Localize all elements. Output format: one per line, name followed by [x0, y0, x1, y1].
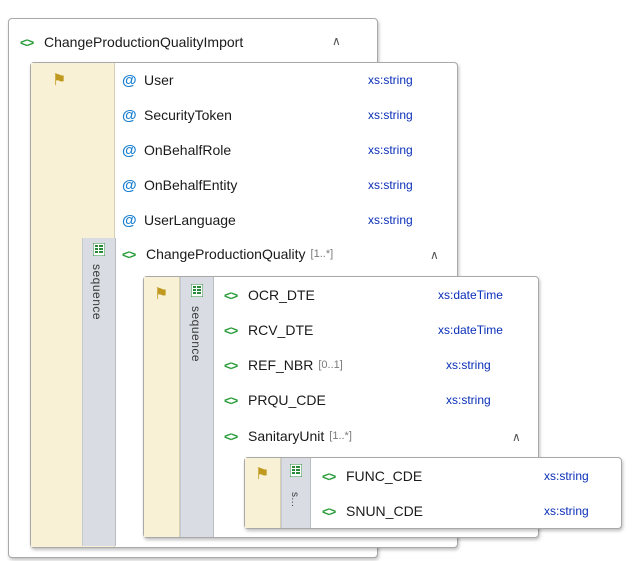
element-type: xs:string: [544, 469, 589, 483]
attribute-type: xs:string: [368, 213, 413, 227]
element-icon: <>: [224, 392, 238, 408]
attribute-name: OnBehalfEntity: [144, 177, 238, 193]
attribute-column: [144, 277, 180, 537]
sequence-label: sequence: [90, 264, 104, 321]
element-row[interactable]: <> SNUN_CDE: [322, 497, 423, 525]
attribute-group-icon: ⚑: [52, 72, 67, 89]
element-type: xs:dateTime: [438, 288, 503, 302]
element-type: xs:string: [446, 358, 491, 372]
element-type: xs:string: [544, 504, 589, 518]
sequence-icon: [93, 243, 105, 256]
sequence-label: sequence: [189, 306, 203, 363]
sequence-icon: [290, 464, 302, 477]
occurrence-label: [1..*]: [310, 248, 334, 260]
element-icon: <>: [322, 503, 336, 519]
element-row-sanitary-unit[interactable]: <> SanitaryUnit [1..*]: [224, 422, 352, 450]
attribute-name: OnBehalfRole: [144, 142, 232, 158]
element-icon: <>: [224, 428, 238, 444]
sequence-icon: [191, 284, 203, 297]
element-row[interactable]: <> OCR_DTE: [224, 281, 315, 309]
attribute-type: xs:string: [368, 143, 413, 157]
element-icon: <>: [224, 322, 238, 338]
element-row-change-production-quality[interactable]: <> ChangeProductionQuality [1..*]: [122, 240, 452, 268]
attribute-name: User: [144, 72, 174, 88]
attribute-icon: @: [122, 211, 137, 229]
collapse-chevron-icon[interactable]: ∧: [430, 248, 439, 262]
attribute-icon: @: [122, 141, 137, 159]
element-name: ChangeProductionQuality: [146, 246, 306, 262]
attribute-icon: @: [122, 106, 137, 124]
attribute-name: UserLanguage: [144, 212, 236, 228]
attribute-group-icon: ⚑: [154, 286, 169, 303]
element-icon: <>: [20, 34, 34, 50]
attribute-icon: @: [122, 176, 137, 194]
element-name: SanitaryUnit: [248, 428, 325, 444]
element-row[interactable]: <> PRQU_CDE: [224, 386, 326, 414]
attribute-name: SecurityToken: [144, 107, 232, 123]
sequence-label-short: s...: [289, 492, 300, 508]
element-name: REF_NBR: [248, 357, 314, 373]
element-type: xs:string: [446, 393, 491, 407]
attribute-type: xs:string: [368, 178, 413, 192]
attribute-group-icon: ⚑: [255, 466, 270, 483]
element-row[interactable]: <> REF_NBR [0..1]: [224, 351, 343, 379]
collapse-chevron-icon[interactable]: ∧: [512, 430, 521, 444]
element-type: xs:dateTime: [438, 323, 503, 337]
element-icon: <>: [122, 246, 136, 262]
element-name: SNUN_CDE: [346, 503, 424, 519]
attribute-type: xs:string: [368, 108, 413, 122]
element-icon: <>: [224, 357, 238, 373]
root-element-name: ChangeProductionQualityImport: [44, 34, 244, 50]
element-row[interactable]: <> RCV_DTE: [224, 316, 313, 344]
element-row[interactable]: <> FUNC_CDE: [322, 462, 422, 490]
attribute-icon: @: [122, 71, 137, 89]
element-icon: <>: [322, 468, 336, 484]
root-element-header[interactable]: <> ChangeProductionQualityImport: [20, 28, 243, 56]
collapse-chevron-icon[interactable]: ∧: [332, 34, 341, 48]
element-name: FUNC_CDE: [346, 468, 423, 484]
occurrence-label: [1..*]: [329, 430, 352, 442]
element-name: RCV_DTE: [248, 322, 314, 338]
attribute-type: xs:string: [368, 73, 413, 87]
element-name: OCR_DTE: [248, 287, 315, 303]
element-icon: <>: [224, 287, 238, 303]
occurrence-label: [0..1]: [318, 359, 343, 371]
element-name: PRQU_CDE: [248, 392, 326, 408]
